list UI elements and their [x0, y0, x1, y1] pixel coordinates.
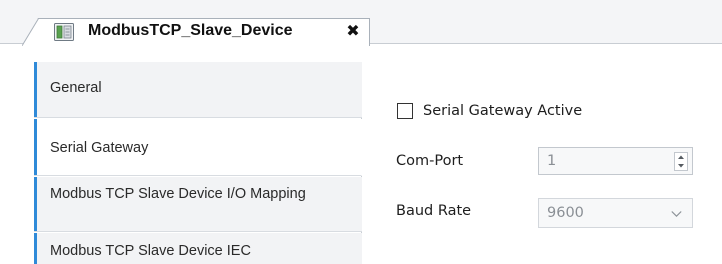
device-editor-window: ModbusTCP_Slave_Device ✖ General Serial …: [0, 0, 722, 264]
close-icon[interactable]: ✖: [342, 20, 364, 42]
baud-rate-select[interactable]: 9600: [538, 198, 693, 228]
stepper-down-icon[interactable]: [675, 162, 687, 170]
tab-edge: [22, 18, 39, 45]
baud-rate-value: 9600: [547, 205, 584, 221]
baud-rate-label: Baud Rate: [396, 203, 472, 219]
sidebar-item-accent: [34, 233, 37, 264]
sidebar-item-label: Serial Gateway: [50, 140, 149, 156]
com-port-stepper[interactable]: 1: [538, 147, 693, 175]
chevron-down-icon: [671, 211, 682, 218]
sidebar-item-general[interactable]: General: [34, 62, 362, 118]
sidebar-item-accent: [34, 119, 37, 175]
sidebar-item-label: Modbus TCP Slave Device IEC: [50, 243, 251, 259]
stepper-up-icon[interactable]: [675, 153, 687, 161]
device-module-icon: [54, 23, 74, 41]
sidebar-item-io-mapping[interactable]: Modbus TCP Slave Device I/O Mapping: [34, 177, 362, 232]
serial-gateway-active-label[interactable]: Serial Gateway Active: [423, 101, 582, 121]
com-port-label: Com-Port: [396, 153, 464, 169]
serial-gateway-active-checkbox[interactable]: [397, 103, 413, 119]
tab-title: ModbusTCP_Slave_Device: [88, 22, 293, 39]
sidebar-item-accent: [34, 177, 37, 231]
sidebar-item-iec-objects[interactable]: Modbus TCP Slave Device IEC: [34, 233, 362, 264]
sidebar-item-label: General: [50, 80, 102, 96]
stepper-buttons: [674, 152, 688, 171]
sidebar-item-accent: [34, 62, 37, 117]
sidebar-item-label: Modbus TCP Slave Device I/O Mapping: [50, 186, 306, 202]
sidebar-item-serial-gateway[interactable]: Serial Gateway: [34, 119, 362, 176]
com-port-value: 1: [547, 153, 557, 169]
